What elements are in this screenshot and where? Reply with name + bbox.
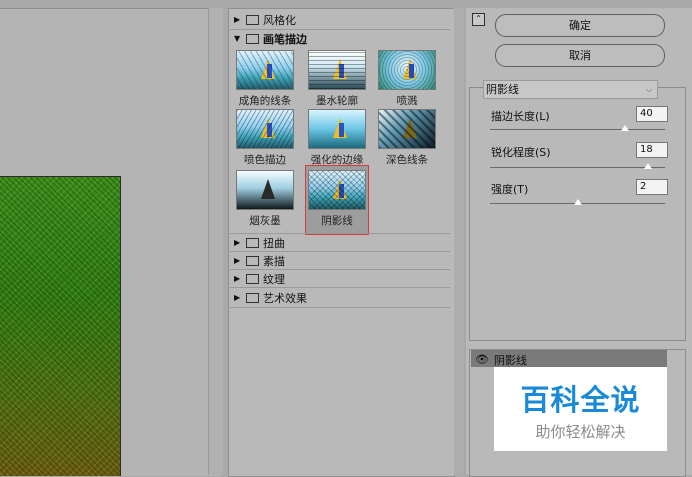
- category-label: 素描: [263, 254, 285, 268]
- category-distort[interactable]: ▶ 扭曲: [234, 235, 285, 250]
- filter-preview-image: [378, 109, 436, 149]
- param-label-strength: 强度(T): [491, 183, 529, 196]
- stroke-length-input[interactable]: 40: [636, 106, 668, 122]
- sharpness-slider-track[interactable]: [490, 167, 665, 168]
- filter-thumb-spatter[interactable]: 喷溅: [376, 50, 438, 108]
- category-stylize[interactable]: ▶ 风格化: [234, 12, 296, 27]
- filter-thumb-ink-outlines[interactable]: 墨水轮廓: [306, 50, 368, 108]
- category-label: 画笔描边: [263, 32, 307, 46]
- param-label-stroke-length: 描边长度(L): [491, 110, 550, 123]
- expand-arrow-icon: ▶: [234, 15, 241, 24]
- collapse-gallery-button[interactable]: ⌃: [472, 13, 485, 26]
- category-brush-strokes[interactable]: ▼ 画笔描边: [234, 31, 307, 46]
- ok-button[interactable]: 确定: [495, 14, 665, 37]
- filter-label: 喷溅: [396, 95, 418, 107]
- expand-arrow-icon: ▶: [234, 293, 241, 302]
- filter-preview-image: [308, 109, 366, 149]
- filter-thumb-sumi-e[interactable]: 烟灰墨: [234, 170, 296, 228]
- param-label-sharpness: 锐化程度(S): [491, 146, 551, 159]
- strength-input[interactable]: 2: [636, 179, 668, 195]
- sharpness-slider-knob[interactable]: [643, 163, 652, 169]
- filter-preview-image: [236, 109, 294, 149]
- folder-icon: [246, 292, 259, 303]
- preview-scrollbar[interactable]: [208, 8, 223, 475]
- folder-icon: [246, 14, 259, 25]
- category-label: 扭曲: [263, 236, 285, 250]
- watermark-title: 百科全说: [520, 383, 641, 417]
- category-artistic[interactable]: ▶ 艺术效果: [234, 290, 307, 305]
- strength-slider-knob[interactable]: [573, 199, 582, 205]
- filter-preview-image: [236, 170, 294, 210]
- filter-label: 成角的线条: [238, 95, 292, 107]
- filter-select[interactable]: 阴影线 ⌵: [483, 80, 658, 99]
- filter-label: 喷色描边: [244, 154, 286, 166]
- filter-label: 阴影线: [321, 215, 353, 227]
- filter-thumb-sprayed-strokes[interactable]: 喷色描边: [234, 109, 296, 167]
- category-label: 风格化: [263, 13, 296, 27]
- filter-preview-image: [378, 50, 436, 90]
- watermark: 百科全说 助你轻松解决: [494, 367, 667, 451]
- filter-label: 深色线条: [386, 154, 428, 166]
- filter-thumb-angled-strokes[interactable]: 成角的线条: [234, 50, 296, 108]
- category-texture[interactable]: ▶ 纹理: [234, 271, 285, 286]
- filter-label: 烟灰墨: [249, 215, 281, 227]
- image-preview: [0, 176, 121, 476]
- filter-select-value: 阴影线: [486, 83, 519, 96]
- filter-label: 强化的边缘: [310, 154, 364, 166]
- filter-preview-image: [308, 170, 366, 210]
- filter-thumb-dark-strokes[interactable]: 深色线条: [376, 109, 438, 167]
- folder-icon: [246, 33, 259, 44]
- sharpness-input[interactable]: 18: [636, 142, 668, 158]
- gallery-scrollbar[interactable]: [454, 8, 464, 475]
- collapse-arrow-icon: ▼: [234, 34, 241, 43]
- filter-preview-image: [308, 50, 366, 90]
- category-label: 纹理: [263, 272, 285, 286]
- expand-arrow-icon: ▶: [234, 256, 241, 265]
- eye-icon[interactable]: 👁: [475, 353, 489, 366]
- cancel-button[interactable]: 取消: [495, 44, 665, 67]
- stroke-length-slider-track[interactable]: [490, 129, 665, 130]
- folder-icon: [246, 255, 259, 266]
- category-sketch[interactable]: ▶ 素描: [234, 253, 285, 268]
- folder-icon: [246, 237, 259, 248]
- expand-arrow-icon: ▶: [234, 238, 241, 247]
- watermark-subtitle: 助你轻松解决: [535, 423, 626, 441]
- filter-thumb-accented-edges[interactable]: 强化的边缘: [306, 109, 368, 167]
- stroke-length-slider-knob[interactable]: [620, 125, 629, 131]
- filter-label: 墨水轮廓: [316, 95, 358, 107]
- filter-thumb-crosshatch[interactable]: 阴影线: [305, 165, 369, 235]
- chevron-down-icon: ⌵: [645, 85, 652, 94]
- filter-settings-box: [469, 87, 686, 341]
- filter-preview-image: [236, 50, 294, 90]
- expand-arrow-icon: ▶: [234, 274, 241, 283]
- folder-icon: [246, 273, 259, 284]
- effect-layer-name: 阴影线: [494, 354, 527, 367]
- category-label: 艺术效果: [263, 291, 307, 305]
